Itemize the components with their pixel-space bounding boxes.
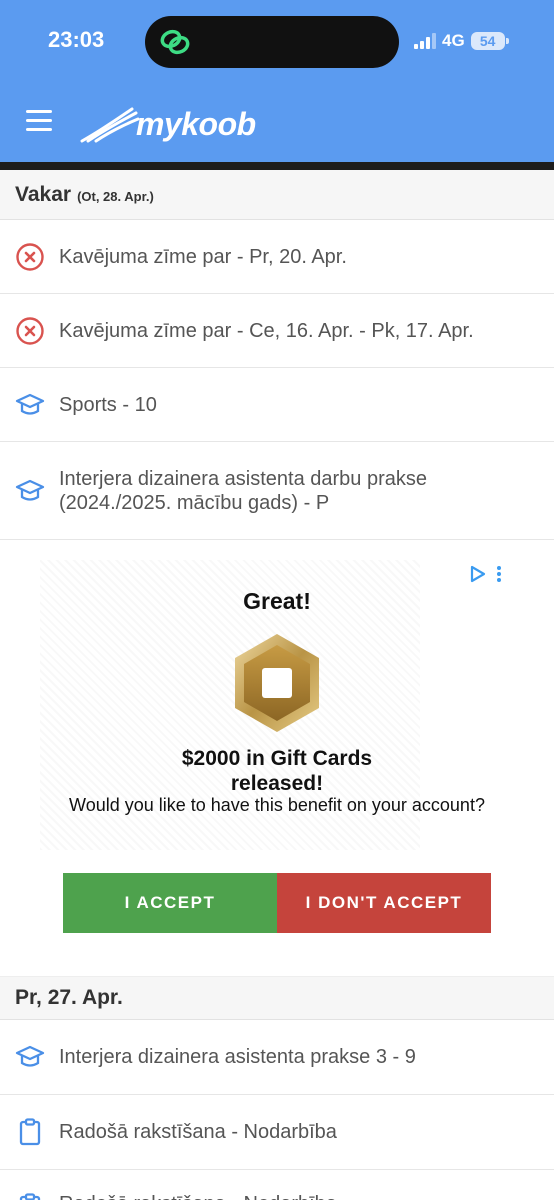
clipboard-icon — [15, 1117, 45, 1147]
mykoob-logo[interactable]: mykoob — [80, 102, 256, 146]
gold-coin-icon — [235, 634, 319, 732]
dynamic-island — [145, 16, 399, 68]
absence-x-icon — [15, 242, 45, 272]
graduation-cap-icon — [15, 476, 45, 506]
feed-item[interactable]: Interjera dizainera asistenta darbu prak… — [0, 442, 554, 540]
cellular-signal-icon — [414, 33, 436, 49]
app-header-background: 23:03 4G 54 mykoob — [0, 0, 554, 162]
ad-choices-icon — [470, 565, 486, 583]
network-type: 4G — [442, 31, 465, 50]
day-title: Pr, 27. Apr. — [15, 986, 123, 1009]
logo-text: mykoob — [136, 105, 256, 142]
feed-item[interactable]: Sports - 10 — [0, 368, 554, 442]
feed-item-text: Interjera dizainera asistenta darbu prak… — [59, 467, 427, 514]
feed-item-text: Interjera dizainera asistenta prakse 3 -… — [59, 1046, 416, 1068]
clipboard-icon — [15, 1192, 45, 1200]
decline-button[interactable]: I DON'T ACCEPT — [277, 873, 491, 933]
feed-item-text: Kavējuma zīme par - Ce, 16. Apr. - Pk, 1… — [59, 319, 474, 342]
status-bar: 23:03 4G 54 — [0, 0, 554, 84]
ad-question: Would you like to have this benefit on y… — [69, 795, 485, 815]
app-bar: mykoob — [0, 92, 554, 154]
link-app-icon — [160, 29, 190, 55]
feed-item[interactable]: Interjera dizainera asistenta prakse 3 -… — [0, 1020, 554, 1095]
graduation-cap-icon — [15, 1042, 45, 1072]
day-title: Vakar — [15, 182, 72, 206]
feed-item-text: Radošā rakstīšana - Nodarbība — [59, 1121, 337, 1143]
logo-swoosh-icon — [80, 107, 140, 143]
feed-item-text: Sports - 10 — [59, 393, 157, 416]
day-header-apr-27: Pr, 27. Apr. — [0, 976, 554, 1020]
accept-button[interactable]: I ACCEPT — [63, 873, 277, 933]
feed-item-text: Kavējuma zīme par - Pr, 20. Apr. — [59, 245, 347, 268]
more-options-icon[interactable] — [496, 565, 502, 583]
status-time: 23:03 — [48, 27, 105, 52]
ad-headline: $2000 in Gift Cards released! — [181, 747, 373, 796]
feed-item[interactable]: Kavējuma zīme par - Ce, 16. Apr. - Pk, 1… — [0, 294, 554, 368]
ad-button-group: I ACCEPT I DON'T ACCEPT — [63, 873, 491, 933]
day-header-yesterday: Vakar (Ot, 28. Apr.) — [0, 170, 554, 220]
absence-x-icon — [15, 316, 45, 346]
ad-choices[interactable] — [470, 564, 510, 584]
feed-item-text: Radošā rakstīšana - Nodarbība — [59, 1192, 353, 1200]
status-indicators: 4G 54 — [414, 30, 509, 52]
ad-title: Great! — [243, 588, 311, 614]
feed-item[interactable]: Radošā rakstīšana - Nodarbība — [0, 1095, 554, 1170]
feed-item[interactable]: Radošā rakstīšana - Nodarbība — [0, 1170, 554, 1200]
hamburger-menu-icon[interactable] — [26, 110, 52, 134]
battery-level: 54 — [479, 33, 496, 49]
day-date: (Ot, 28. Apr.) — [77, 189, 154, 204]
feed-item[interactable]: Kavējuma zīme par - Pr, 20. Apr. — [0, 220, 554, 294]
battery-icon: 54 — [470, 32, 509, 50]
graduation-cap-icon — [15, 390, 45, 420]
advertisement: Great! $2000 in Gift Cards released! Wou… — [0, 540, 554, 976]
header-divider — [0, 162, 554, 170]
